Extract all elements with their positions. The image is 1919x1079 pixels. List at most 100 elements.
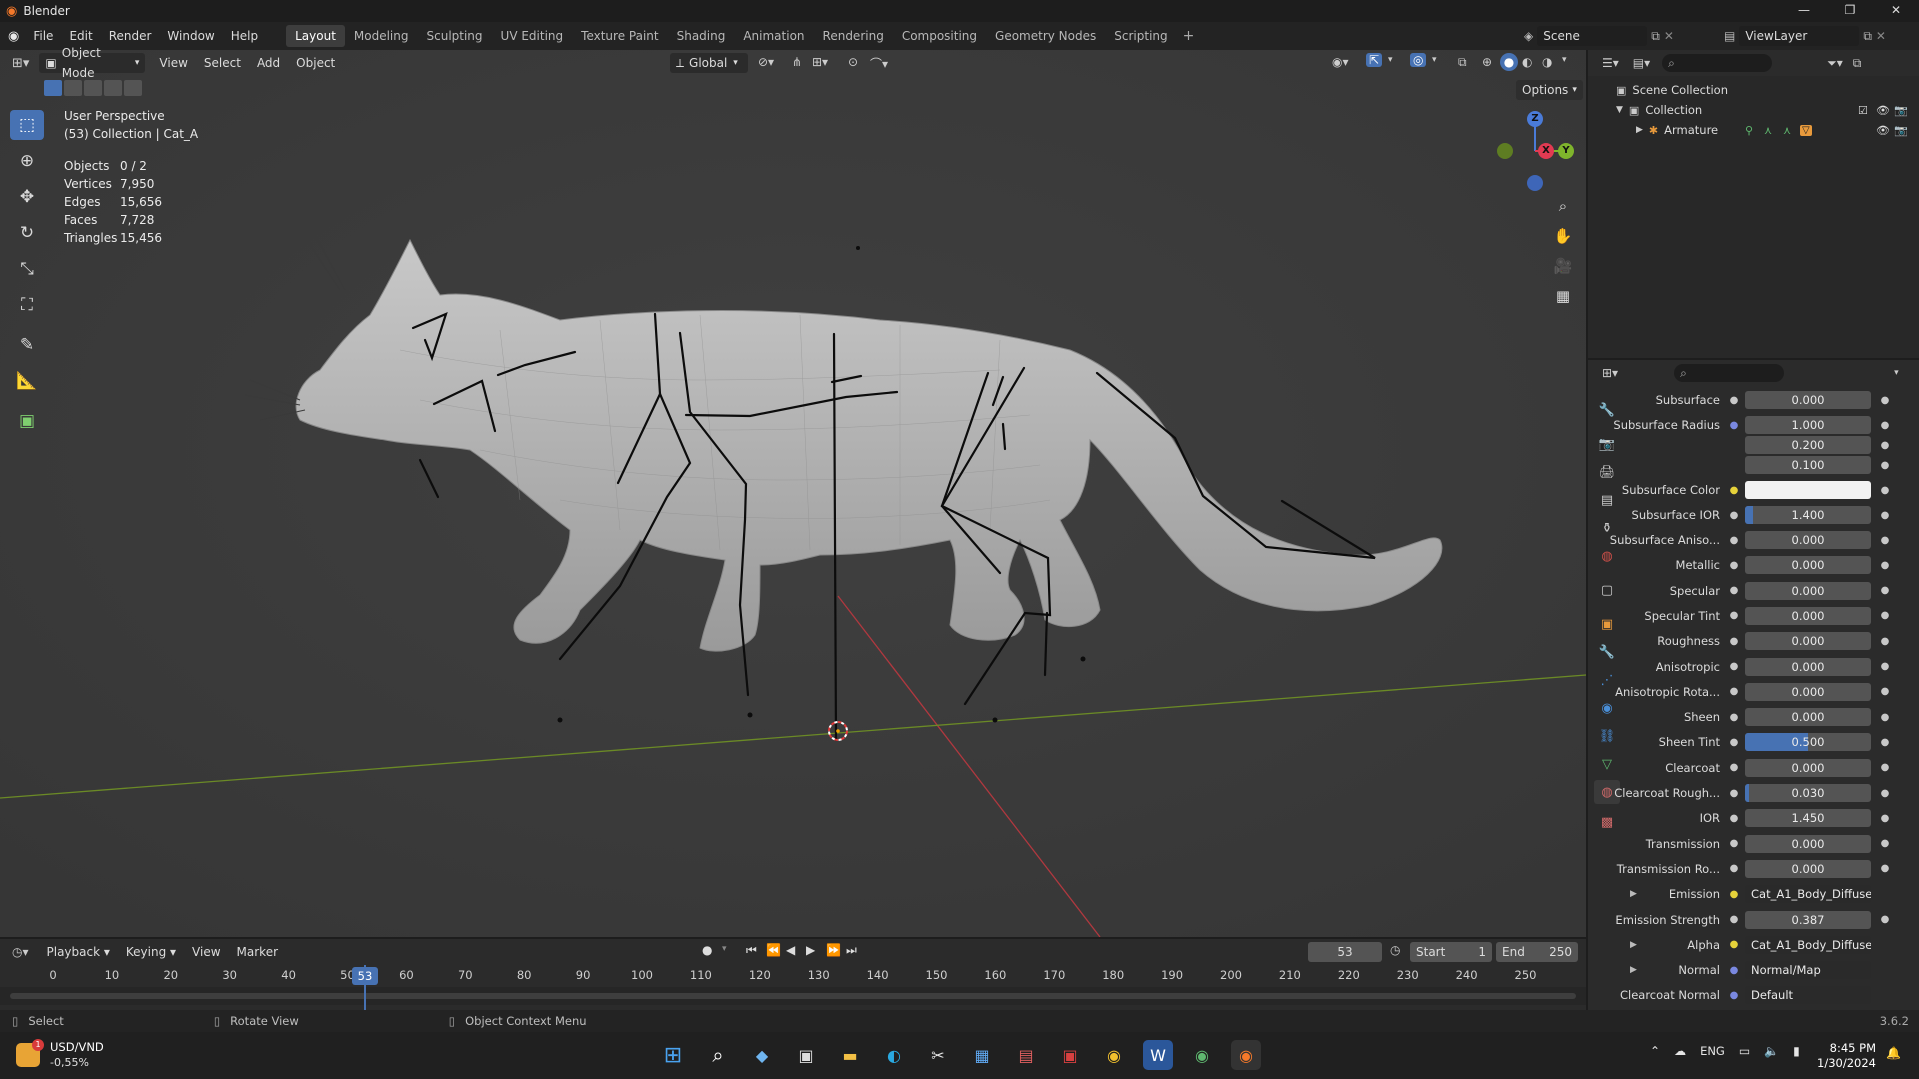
prop-field[interactable]: 0.200: [1745, 436, 1871, 454]
falloff-icon[interactable]: ⌒▾: [870, 55, 888, 72]
gizmo-z-icon[interactable]: Z: [1527, 111, 1543, 127]
timeline-menu-playback[interactable]: Playback ▾: [39, 941, 118, 963]
file-explorer-icon[interactable]: ▬: [835, 1040, 865, 1070]
select-invert-icon[interactable]: [104, 80, 122, 96]
material-shading-icon[interactable]: ◐: [1522, 55, 1532, 69]
prop-field[interactable]: 0.000: [1745, 708, 1871, 727]
rendered-shading-icon[interactable]: ◑: [1542, 55, 1552, 69]
tray-chevron-up-icon[interactable]: ⌃: [1650, 1044, 1660, 1058]
ticker-widget[interactable]: 1 USD/VND -0,55%: [16, 1039, 104, 1070]
snipping-tool-icon[interactable]: ✂: [923, 1040, 953, 1070]
add-workspace-icon[interactable]: +: [1183, 28, 1195, 44]
prop-row[interactable]: Clearcoat ● 0.000 ●: [1588, 758, 1919, 778]
socket-dot-icon[interactable]: ●: [1728, 661, 1740, 672]
tab-shading[interactable]: Shading: [668, 25, 735, 47]
prop-row[interactable]: Anisotropic Rota... ● 0.000 ●: [1588, 682, 1919, 702]
prop-field[interactable]: 0.387: [1745, 910, 1871, 929]
color-swatch[interactable]: [1745, 481, 1871, 499]
keyframe-dot-icon[interactable]: ●: [1875, 636, 1895, 647]
tab-layout[interactable]: Layout: [286, 25, 345, 47]
select-extend-icon[interactable]: [64, 80, 82, 96]
socket-dot-icon[interactable]: ●: [1728, 863, 1740, 874]
new-view-layer-icon[interactable]: ⧉: [1863, 29, 1872, 44]
delete-scene-icon[interactable]: ✕: [1664, 29, 1674, 43]
menu-help[interactable]: Help: [223, 25, 266, 47]
prop-row[interactable]: Emission Strength ● 0.387 ●: [1588, 910, 1919, 930]
delete-view-layer-icon[interactable]: ✕: [1876, 29, 1886, 43]
copilot-icon[interactable]: ◆: [747, 1040, 777, 1070]
prop-row[interactable]: Transmission ● 0.000 ●: [1588, 834, 1919, 854]
jump-keyframe-prev-icon[interactable]: ⏪: [766, 943, 781, 957]
expand-arrow-icon[interactable]: ▶: [1630, 965, 1637, 975]
editor-type-icon[interactable]: ⊞▾: [12, 56, 29, 71]
socket-dot-icon[interactable]: ●: [1728, 395, 1740, 406]
transform-orientation-selector[interactable]: ⟂ Global ▾: [670, 53, 748, 73]
socket-dot-icon[interactable]: ●: [1728, 712, 1740, 723]
prop-field[interactable]: 0.100: [1745, 456, 1871, 474]
select-new-icon[interactable]: [44, 80, 62, 96]
prop-field[interactable]: 0.000: [1745, 606, 1871, 625]
pivot-icon[interactable]: ⊘▾: [758, 55, 774, 69]
rotate-tool[interactable]: ↻: [10, 218, 44, 248]
socket-dot-icon[interactable]: ●: [1728, 485, 1740, 496]
word-icon[interactable]: W: [1143, 1040, 1173, 1070]
minimize-button[interactable]: —: [1781, 0, 1827, 22]
scene-selector[interactable]: Scene: [1537, 26, 1648, 46]
socket-dot-icon[interactable]: ●: [1728, 914, 1740, 925]
prop-row[interactable]: ▶ Emission ● Cat_A1_Body_Diffuse: [1588, 884, 1919, 904]
expand-arrow-icon[interactable]: ▶: [1636, 125, 1643, 135]
tab-texture-paint[interactable]: Texture Paint: [572, 25, 667, 47]
jump-keyframe-next-icon[interactable]: ⏩: [826, 943, 841, 957]
keyframe-dot-icon[interactable]: ●: [1875, 485, 1895, 496]
end-frame-field[interactable]: End 250: [1496, 942, 1578, 962]
select-subtract-icon[interactable]: [84, 80, 102, 96]
prop-field[interactable]: 0.000: [1745, 581, 1871, 600]
socket-dot-icon[interactable]: ●: [1728, 510, 1740, 521]
prop-row[interactable]: Sheen Tint ● 0.500 ●: [1588, 732, 1919, 752]
keyframe-dot-icon[interactable]: ●: [1875, 712, 1895, 723]
keyframe-dot-icon[interactable]: ●: [1875, 661, 1895, 672]
keyframe-dot-icon[interactable]: ●: [1875, 813, 1895, 824]
battery-icon[interactable]: ▮: [1793, 1044, 1800, 1058]
windows-start-icon[interactable]: ⊞: [658, 1040, 688, 1070]
camera-render-icon[interactable]: 📷: [1894, 104, 1908, 117]
timeline-ruler[interactable]: 0 10 20 30 40 50 60 70 80 90 100 110 120 130 140 150 160…: [0, 965, 1586, 987]
timeline-track[interactable]: [0, 987, 1586, 1005]
outliner-editor-icon[interactable]: ☰▾: [1602, 56, 1619, 70]
timeline-menu-view[interactable]: View: [184, 941, 228, 963]
keyframe-dot-icon[interactable]: ●: [1875, 788, 1895, 799]
clock[interactable]: 8:45 PM 1/30/2024: [1816, 1041, 1876, 1071]
prop-row[interactable]: Clearcoat Normal ● Default: [1588, 985, 1919, 1005]
gizmo-y-icon[interactable]: Y: [1558, 143, 1574, 159]
tab-scripting[interactable]: Scripting: [1105, 25, 1176, 47]
prop-field[interactable]: 0.500: [1745, 733, 1871, 752]
socket-dot-icon[interactable]: ●: [1728, 737, 1740, 748]
jump-end-icon[interactable]: ⏭: [846, 943, 857, 958]
expand-arrow-icon[interactable]: ▶: [1630, 940, 1637, 950]
prop-row[interactable]: Metallic ● 0.000 ●: [1588, 555, 1919, 575]
view-layer-icon[interactable]: ▤: [1724, 29, 1735, 43]
prop-row-subsurface-radius-z[interactable]: 0.100 ●: [1588, 455, 1919, 475]
outliner-search-field[interactable]: ⌕: [1662, 54, 1773, 72]
keyframe-dot-icon[interactable]: ●: [1875, 535, 1895, 546]
auto-keying-icon[interactable]: ●: [702, 943, 712, 957]
viewport-menu-select[interactable]: Select: [196, 52, 249, 74]
gizmo-neg-z-icon[interactable]: [1527, 175, 1543, 191]
perspective-toggle-icon[interactable]: ▦: [1549, 282, 1577, 310]
cursor-tool[interactable]: ⊕: [10, 146, 44, 176]
prop-field[interactable]: 0.030: [1745, 784, 1871, 802]
keyframe-dot-icon[interactable]: ●: [1875, 420, 1895, 431]
tab-rendering[interactable]: Rendering: [814, 25, 893, 47]
keyframe-dot-icon[interactable]: ●: [1875, 440, 1895, 451]
zoom-icon[interactable]: ⌕: [1549, 192, 1577, 220]
outliner-row-collection[interactable]: ▼ ▣ Collection ☑ 👁 📷: [1588, 100, 1919, 120]
prop-field[interactable]: Cat_A1_Body_Diffuse: [1745, 885, 1871, 904]
select-box-tool[interactable]: ⬚: [10, 110, 44, 140]
prop-row-subsurface-ior[interactable]: Subsurface IOR ● 1.400 ●: [1588, 505, 1919, 525]
prop-field[interactable]: 0.000: [1745, 556, 1871, 575]
timeline-scrollbar[interactable]: [10, 993, 1576, 999]
start-frame-field[interactable]: Start 1: [1410, 942, 1492, 962]
gizmo-toggle-icon[interactable]: ⇱: [1366, 53, 1383, 67]
keyframe-dot-icon[interactable]: ●: [1875, 460, 1895, 471]
keying-dropdown-icon[interactable]: ▾: [722, 944, 727, 954]
